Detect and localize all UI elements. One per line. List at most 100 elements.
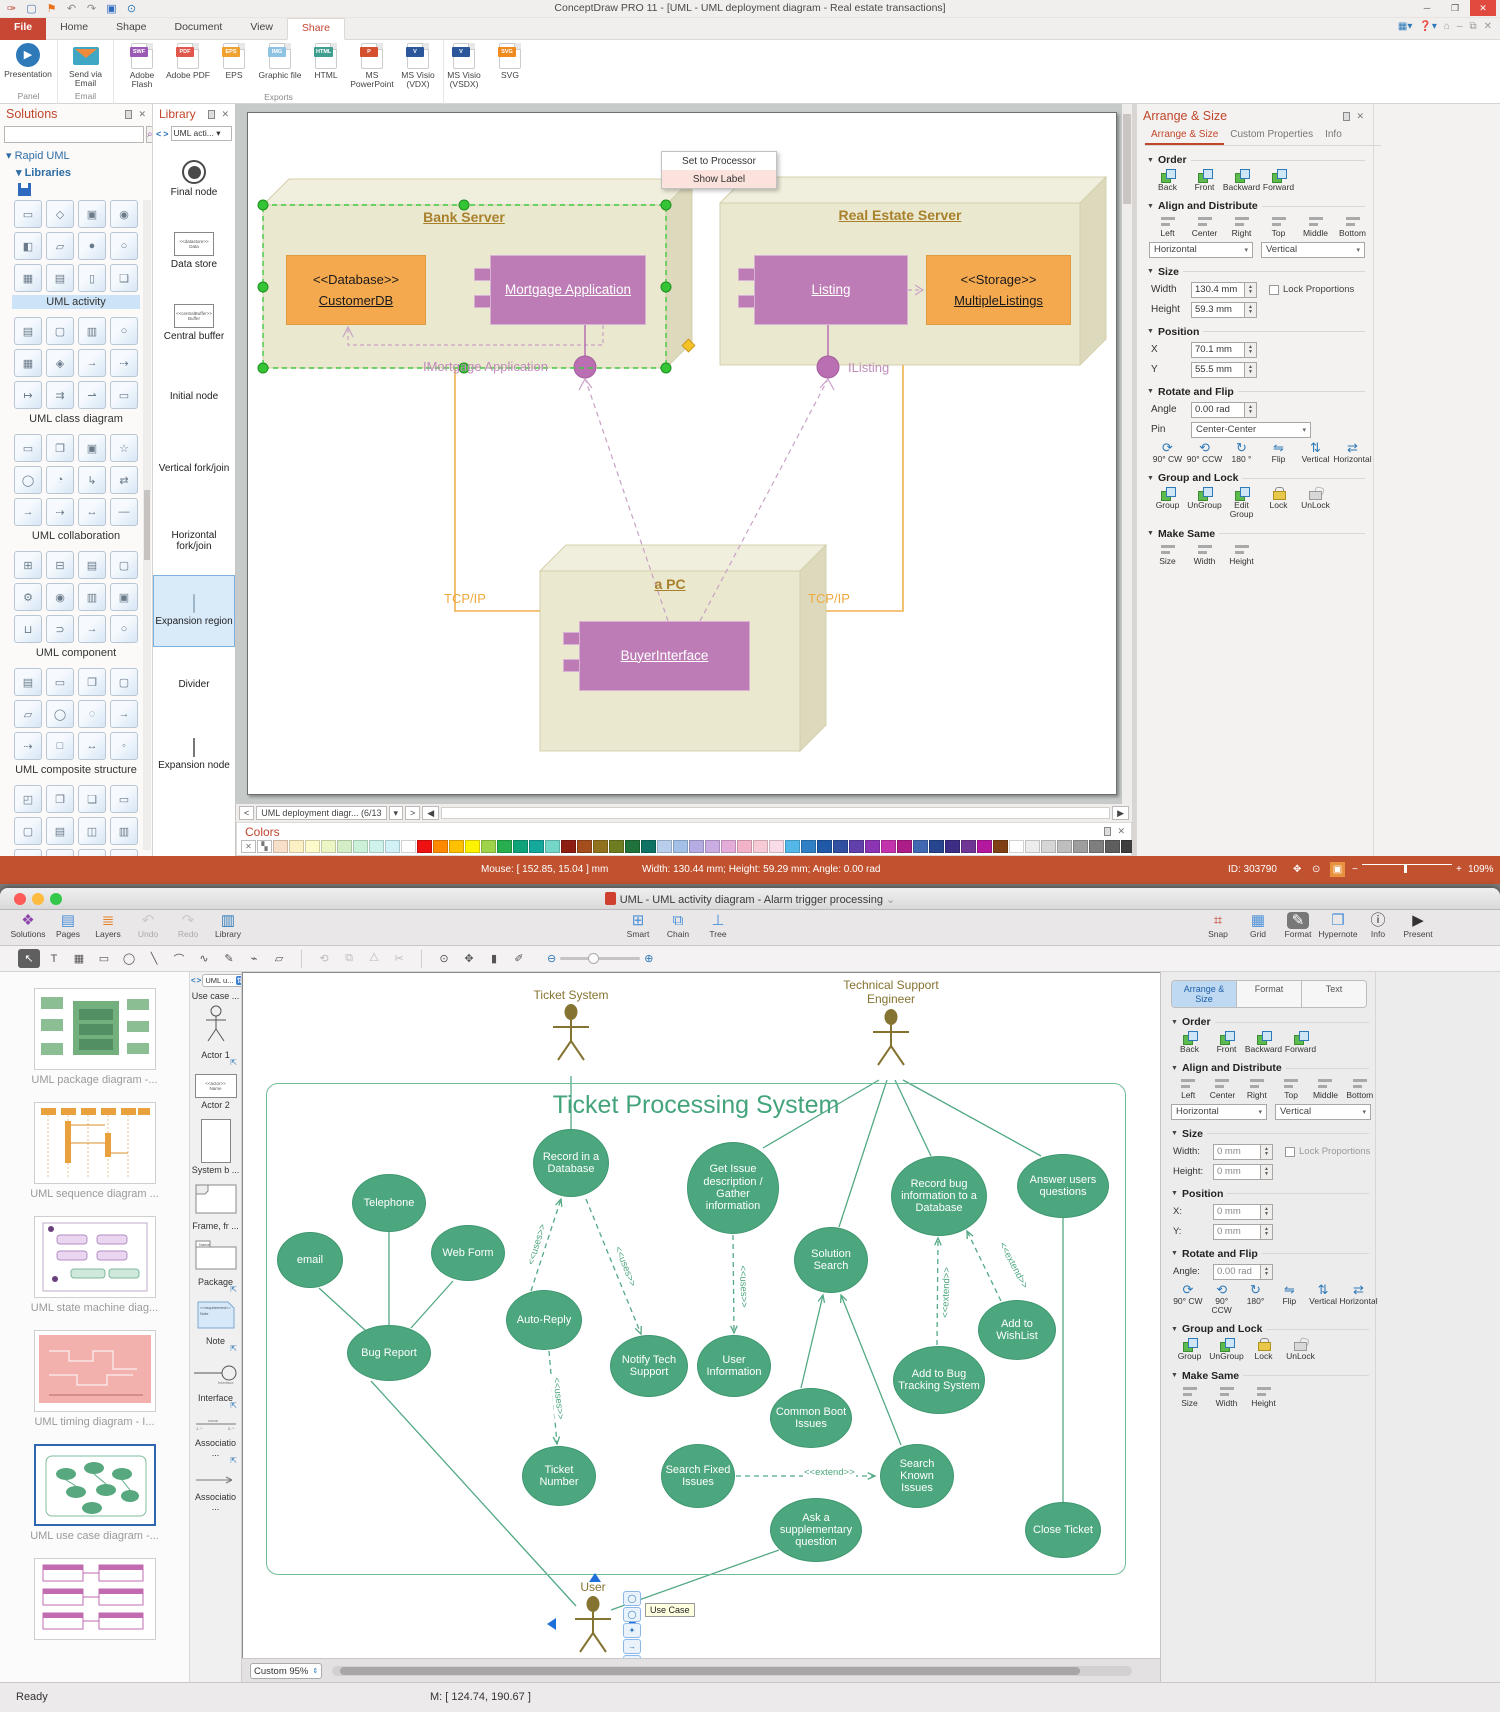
stencil-cell[interactable]: ▤	[14, 668, 42, 696]
toolbar-smart-button[interactable]: ⊞ Smart	[618, 912, 658, 939]
system-title[interactable]: Ticket Processing System	[266, 1091, 1126, 1120]
stencil-cell[interactable]: ▤	[46, 817, 74, 845]
lock-proportions-checkbox[interactable]: Lock Proportions	[1285, 1146, 1370, 1157]
library-item-actor-1[interactable]: Actor 1 ⇱	[190, 1005, 241, 1067]
stencil-cell[interactable]: ◦	[110, 732, 138, 760]
stencil-cell[interactable]: ▢	[110, 668, 138, 696]
color-swatch[interactable]	[497, 840, 512, 853]
90-cw-button[interactable]: ⟳ 90° CW	[1171, 1283, 1205, 1316]
pin-icon[interactable]	[1343, 111, 1351, 121]
stencil-cell[interactable]: ▭	[110, 785, 138, 813]
color-swatch[interactable]	[1057, 840, 1072, 853]
color-swatch[interactable]	[433, 840, 448, 853]
color-swatch[interactable]	[1041, 840, 1056, 853]
stencil-cell[interactable]: ▦	[14, 349, 42, 377]
forward-button[interactable]: Forward	[1260, 169, 1297, 192]
stencil-cell[interactable]: →	[14, 498, 42, 526]
zoom-in-icon[interactable]: +	[1456, 864, 1462, 875]
width-button[interactable]: Width	[1186, 542, 1223, 566]
top-button[interactable]: Top	[1274, 1077, 1308, 1100]
stencil-cell[interactable]: ⇢	[46, 498, 74, 526]
draw-tool-4[interactable]: ◯	[118, 949, 140, 968]
stencil-cell[interactable]: ❏	[78, 785, 106, 813]
view-tool-3[interactable]: ✐	[508, 949, 530, 968]
color-swatch[interactable]	[1009, 840, 1024, 853]
page-menu-button[interactable]: ▾	[388, 806, 404, 820]
size-button[interactable]: Size	[1149, 542, 1186, 566]
edit-tool-0[interactable]: ⟲	[313, 949, 335, 968]
use-case-get-issue-description-gather-information[interactable]: Get Issue description / Gather informati…	[687, 1142, 779, 1234]
color-swatch[interactable]	[529, 840, 544, 853]
zoom-slider[interactable]: ⊖ ⊕	[547, 952, 653, 965]
stencil-cell[interactable]: ▭	[14, 434, 42, 462]
color-swatch[interactable]	[657, 840, 672, 853]
a-pc-node-label[interactable]: a PC	[600, 576, 740, 592]
toolbar-snap-button[interactable]: ⌗ Snap	[1198, 912, 1238, 939]
stencil-cell[interactable]: ▭	[46, 668, 74, 696]
ribbon-tab-share[interactable]: Share	[286, 18, 345, 40]
color-swatch[interactable]	[625, 840, 640, 853]
view-tool-1[interactable]: ✥	[458, 949, 480, 968]
library-item-note[interactable]: <<requirement>> Note Note ⇱	[190, 1301, 241, 1353]
stencil-cell[interactable]: ▱	[14, 700, 42, 728]
unlock-button[interactable]: UnLock	[1297, 487, 1334, 520]
90-ccw-button[interactable]: ⟲ 90° CCW	[1205, 1283, 1239, 1316]
use-case-bug-report[interactable]: Bug Report	[347, 1325, 431, 1381]
maximize-button[interactable]: ❐	[1442, 0, 1468, 16]
actor-figure-technical-support-engineer[interactable]	[871, 1009, 911, 1072]
color-swatch[interactable]	[945, 840, 960, 853]
y-input[interactable]: 55.5 mm	[1191, 361, 1245, 378]
color-swatch[interactable]	[737, 840, 752, 853]
width-button[interactable]: Width	[1208, 1384, 1245, 1408]
left-button[interactable]: Left	[1171, 1077, 1205, 1100]
adobe-pdf-button[interactable]: PDF Adobe PDF	[166, 42, 210, 80]
toolbar-info-button[interactable]: ⓘ Info	[1358, 912, 1398, 939]
preview-thumb-usecase[interactable]	[33, 1444, 156, 1526]
color-swatch[interactable]	[993, 840, 1008, 853]
ms-visio-vdx-button[interactable]: V MS Visio (VDX)	[396, 42, 440, 90]
align-horizontal-dropdown[interactable]: Horizontal ▾	[1171, 1103, 1267, 1120]
stencil-cell[interactable]: ↦	[14, 381, 42, 409]
color-swatch[interactable]	[513, 840, 528, 853]
toolbar-grid-button[interactable]: ▦ Grid	[1238, 912, 1278, 939]
library-prev-icon[interactable]: <	[156, 129, 161, 139]
color-swatch[interactable]	[305, 840, 320, 853]
use-case-email[interactable]: email	[277, 1232, 343, 1288]
stencil-cell[interactable]: ◫	[78, 817, 106, 845]
stencil-cell[interactable]: ↔	[78, 498, 106, 526]
color-swatch[interactable]	[881, 840, 896, 853]
drawing-canvas[interactable]: Bank Server Real Estate Server a PC <<Da…	[236, 104, 1132, 804]
mac-horizontal-scrollbar[interactable]	[332, 1666, 1132, 1676]
use-case-notify-tech-support[interactable]: Notify Tech Support	[610, 1335, 688, 1397]
export-badge-icon[interactable]: ⇱	[230, 1345, 237, 1353]
backward-button[interactable]: Backward	[1245, 1031, 1282, 1054]
stencil-cell[interactable]: ◉	[46, 583, 74, 611]
close-icon[interactable]: ✕	[1356, 111, 1364, 122]
library-item-vertical-fork-join[interactable]: Vertical fork/join	[153, 431, 235, 503]
library-item-associatio[interactable]: Associatio ...	[190, 1472, 241, 1512]
color-swatch[interactable]	[273, 840, 288, 853]
height-stepper[interactable]: ▲ ▼	[1245, 301, 1257, 318]
pattern-swatch[interactable]: ▚	[257, 840, 272, 853]
stencil-cell[interactable]: ●	[78, 232, 106, 260]
tab-arrange-size[interactable]: Arrange & Size	[1145, 126, 1225, 145]
draw-tool-2[interactable]: ▦	[68, 949, 90, 968]
color-swatch[interactable]	[577, 840, 592, 853]
stencil-cell[interactable]: ◈	[46, 349, 74, 377]
stencil-group-uml-composite-structure[interactable]: UML composite structure	[12, 763, 140, 777]
flip-button[interactable]: ⇋ Flip	[1272, 1283, 1306, 1316]
home-icon[interactable]: ⌂	[1444, 21, 1450, 32]
ms-powerpoint-button[interactable]: P MS PowerPoint	[350, 42, 394, 90]
edit-tool-2[interactable]: ⧊	[363, 949, 385, 968]
library-item-horizontal-fork-join[interactable]: Horizontal fork/join	[153, 503, 235, 575]
90-ccw-button[interactable]: ⟲ 90° CCW	[1186, 441, 1223, 464]
stencil-cell[interactable]: ▭	[110, 381, 138, 409]
real-estate-server-node-label[interactable]: Real Estate Server	[800, 207, 1000, 223]
color-swatch[interactable]	[865, 840, 880, 853]
stencil-cell[interactable]: ▦	[14, 849, 42, 856]
width-input[interactable]: 0 mm	[1213, 1143, 1261, 1160]
color-swatch[interactable]	[849, 840, 864, 853]
backward-button[interactable]: Backward	[1223, 169, 1260, 192]
stencil-cell[interactable]: ▢	[14, 817, 42, 845]
stencil-cell[interactable]: ○	[110, 232, 138, 260]
